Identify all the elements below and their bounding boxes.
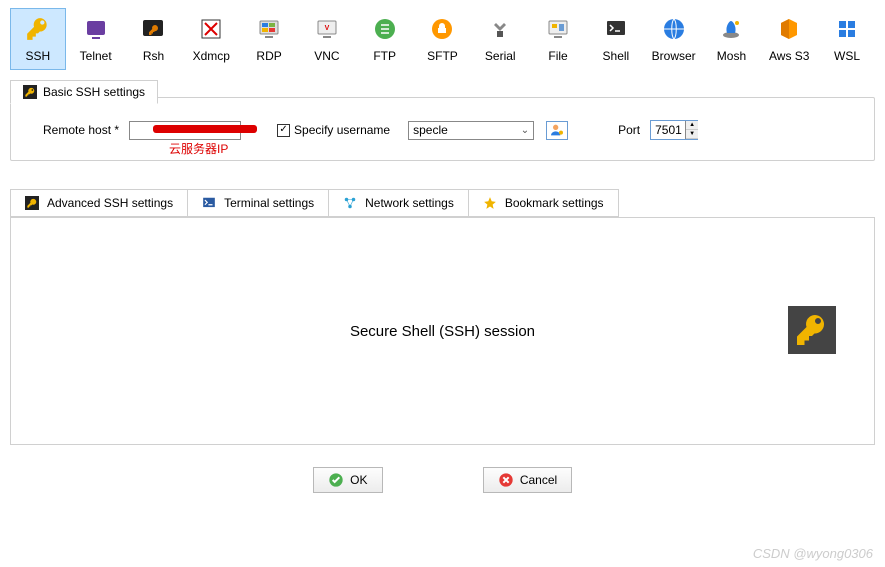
browser-icon (660, 15, 688, 43)
session-title: Secure Shell (SSH) session (350, 323, 535, 340)
port-value: 7501 (655, 123, 682, 137)
specify-username-checkbox[interactable]: ✓ Specify username (277, 123, 390, 137)
section-title: Basic SSH settings (43, 85, 145, 99)
tool-label: Serial (485, 49, 516, 63)
session-type-rdp[interactable]: RDP (241, 8, 297, 70)
annotation-text: 云服务器IP (169, 140, 228, 157)
ssh-key-badge (788, 306, 836, 354)
settings-tabs: Advanced SSH settings Terminal settings … (10, 189, 875, 217)
aws-icon (775, 15, 803, 43)
tool-label: Mosh (717, 49, 746, 63)
cancel-button[interactable]: Cancel (483, 467, 572, 493)
tool-label: Aws S3 (769, 49, 809, 63)
tool-label: SFTP (427, 49, 458, 63)
username-select[interactable]: specle ⌄ (408, 121, 534, 140)
ok-button[interactable]: OK (313, 467, 383, 493)
session-type-aws-s3[interactable]: Aws S3 (761, 8, 817, 70)
check-circle-icon (328, 472, 344, 488)
session-type-sftp[interactable]: SFTP (415, 8, 471, 70)
svg-text:V: V (325, 25, 330, 32)
tool-icon (25, 196, 39, 210)
basic-ssh-settings-tab: Basic SSH settings (10, 80, 158, 104)
checkbox-icon: ✓ (277, 124, 290, 137)
wsl-icon (833, 15, 861, 43)
basic-ssh-settings-panel: Basic SSH settings Remote host * ✓ Speci… (10, 97, 875, 161)
file-icon (544, 15, 572, 43)
tab-network[interactable]: Network settings (329, 189, 469, 217)
spinner-up-icon[interactable]: ▲ (686, 121, 698, 130)
session-type-shell[interactable]: Shell (588, 8, 644, 70)
session-type-wsl[interactable]: WSL (819, 8, 875, 70)
tab-bookmark[interactable]: Bookmark settings (469, 189, 619, 217)
session-type-ssh[interactable]: SSH (10, 8, 66, 70)
username-value: specle (413, 123, 448, 137)
vnc-icon: V (313, 15, 341, 43)
rsh-icon (139, 15, 167, 43)
session-type-serial[interactable]: Serial (472, 8, 528, 70)
network-icon (343, 196, 357, 210)
key-icon (794, 312, 830, 348)
telnet-icon (82, 15, 110, 43)
tab-advanced-ssh[interactable]: Advanced SSH settings (10, 189, 188, 217)
tool-label: WSL (834, 49, 860, 63)
spinner-down-icon[interactable]: ▼ (686, 130, 698, 139)
terminal-icon (202, 196, 216, 210)
tool-label: Rsh (143, 49, 164, 63)
checkbox-label: Specify username (294, 123, 390, 137)
tab-label: Terminal settings (224, 196, 314, 210)
session-type-browser[interactable]: Browser (646, 8, 702, 70)
button-label: Cancel (520, 473, 557, 487)
form-row: Remote host * ✓ Specify username specle … (27, 120, 858, 140)
session-type-vnc[interactable]: V VNC (299, 8, 355, 70)
tab-label: Network settings (365, 196, 454, 210)
shell-icon (602, 15, 630, 43)
session-type-rsh[interactable]: Rsh (126, 8, 182, 70)
port-spinner[interactable]: ▲ ▼ (685, 121, 698, 139)
tool-label: RDP (256, 49, 281, 63)
session-content-panel: Secure Shell (SSH) session (10, 217, 875, 445)
session-type-telnet[interactable]: Telnet (68, 8, 124, 70)
chevron-down-icon: ⌄ (521, 125, 529, 136)
session-type-xdmcp[interactable]: Xdmcp (183, 8, 239, 70)
ftp-icon (371, 15, 399, 43)
tool-label: Xdmcp (193, 49, 230, 63)
key-icon (24, 15, 52, 43)
sftp-icon (428, 15, 456, 43)
xdmcp-icon (197, 15, 225, 43)
tab-label: Advanced SSH settings (47, 196, 173, 210)
tool-label: File (548, 49, 567, 63)
tool-label: VNC (314, 49, 339, 63)
remote-host-label: Remote host * (43, 123, 119, 137)
mosh-icon (717, 15, 745, 43)
star-icon (483, 196, 497, 210)
tool-label: Browser (652, 49, 696, 63)
close-circle-icon (498, 472, 514, 488)
dialog-buttons: OK Cancel (0, 467, 885, 493)
tool-label: Telnet (80, 49, 112, 63)
button-label: OK (350, 473, 367, 487)
user-manage-button[interactable] (546, 121, 568, 140)
tool-label: SSH (26, 49, 51, 63)
session-type-mosh[interactable]: Mosh (704, 8, 760, 70)
port-label: Port (618, 123, 640, 137)
rdp-icon (255, 15, 283, 43)
watermark: CSDN @wyong0306 (753, 546, 873, 561)
session-type-ftp[interactable]: FTP (357, 8, 413, 70)
key-icon (23, 85, 37, 99)
tab-terminal[interactable]: Terminal settings (188, 189, 329, 217)
session-type-toolbar: SSH Telnet Rsh Xdmcp RDP V VNC FTP (0, 0, 885, 85)
serial-icon (486, 15, 514, 43)
port-input[interactable]: 7501 ▲ ▼ (650, 120, 698, 140)
remote-host-input[interactable] (129, 121, 241, 140)
tab-label: Bookmark settings (505, 196, 604, 210)
tool-label: Shell (603, 49, 630, 63)
session-type-file[interactable]: File (530, 8, 586, 70)
user-icon (549, 122, 565, 138)
tool-label: FTP (373, 49, 396, 63)
